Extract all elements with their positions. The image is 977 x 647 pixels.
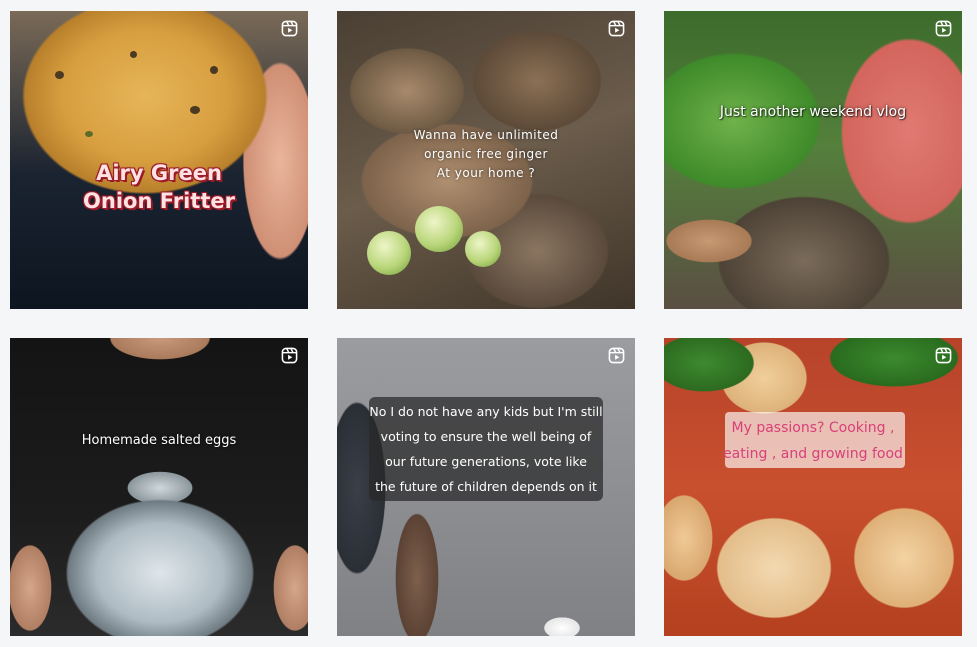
fritter-speck bbox=[55, 71, 64, 79]
reel-thumbnail-3[interactable]: Just another weekend vlog bbox=[664, 11, 962, 309]
salted-eggs-image bbox=[10, 338, 308, 636]
reel-icon bbox=[608, 347, 625, 364]
post-caption: Wanna have unlimited organic free ginger… bbox=[413, 128, 559, 180]
fritter-speck bbox=[85, 131, 93, 137]
post-caption: Just another weekend vlog bbox=[719, 104, 907, 120]
reels-grid: Airy Green Onion Fritter Wanna have unli… bbox=[0, 0, 977, 647]
reel-icon bbox=[935, 20, 952, 37]
post-caption: Airy Green Onion Fritter bbox=[83, 161, 235, 213]
post-caption: My passions? Cooking , eating , and grow… bbox=[723, 420, 903, 462]
reel-thumbnail-4[interactable]: Homemade salted eggs bbox=[10, 338, 308, 636]
reel-icon bbox=[935, 347, 952, 364]
ginger-sprout bbox=[415, 206, 463, 252]
fritter-speck bbox=[190, 106, 200, 114]
fritter-speck bbox=[210, 66, 218, 74]
fritter-speck bbox=[130, 51, 137, 58]
reel-icon bbox=[281, 347, 298, 364]
reel-icon bbox=[281, 20, 298, 37]
reel-icon bbox=[608, 20, 625, 37]
ginger-sprout bbox=[465, 231, 501, 267]
post-caption: No I do not have any kids but I'm still … bbox=[369, 404, 603, 494]
reel-thumbnail-6[interactable]: My passions? Cooking , eating , and grow… bbox=[664, 338, 962, 636]
reel-thumbnail-5[interactable]: No I do not have any kids but I'm still … bbox=[337, 338, 635, 636]
post-caption: Homemade salted eggs bbox=[81, 433, 237, 448]
reel-thumbnail-2[interactable]: Wanna have unlimited organic free ginger… bbox=[337, 11, 635, 309]
tofu-stew-image bbox=[664, 338, 962, 636]
ginger-sprout bbox=[367, 231, 411, 275]
garden-image bbox=[664, 11, 962, 309]
reel-thumbnail-1[interactable]: Airy Green Onion Fritter bbox=[10, 11, 308, 309]
